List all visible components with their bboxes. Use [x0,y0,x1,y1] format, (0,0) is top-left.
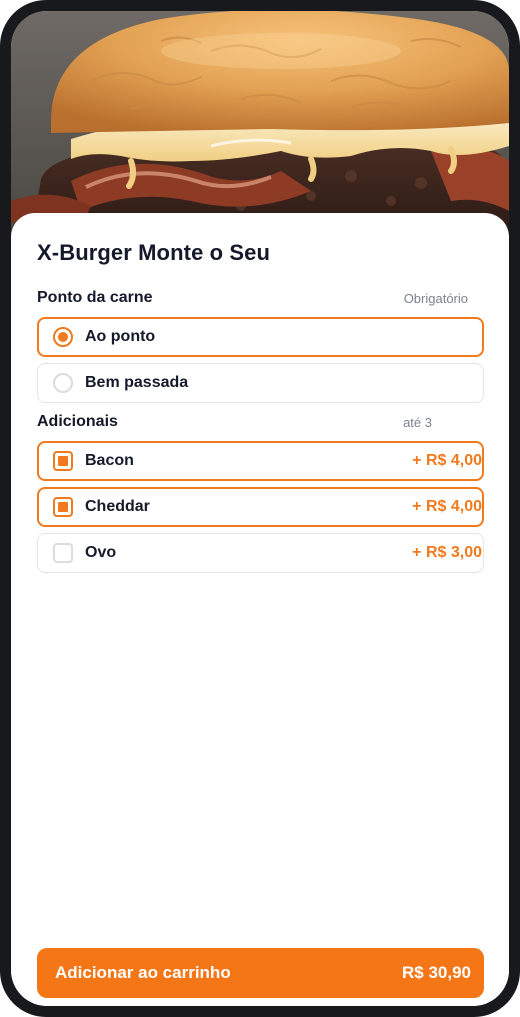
radio-dot [58,332,68,342]
product-title: X-Burger Monte o Seu [37,240,271,265]
add-to-cart-button[interactable]: Adicionar ao carrinho R$ 30,90 [37,948,484,998]
extra-price: + R$ 4,00 [412,498,482,515]
checkbox-unchecked-icon[interactable] [53,543,73,563]
radio-unselected-icon[interactable] [53,373,73,393]
extra-label: Cheddar [85,498,150,515]
extras-section-title: Adicionais [37,413,118,430]
checkbox-checked-icon[interactable] [53,497,73,517]
phone-frame: X-Burger Monte o Seu Ponto da carne Obri… [0,0,520,1017]
add-to-cart-label: Adicionar ao carrinho [55,963,231,982]
checkbox-fill [58,456,68,466]
option-bem-passada[interactable]: Bem passada [37,363,484,403]
extras-section-header: Adicionais até 3 [37,413,483,433]
meat-section-title: Ponto da carne [37,289,153,306]
max-extras-hint: até 3 [403,415,432,430]
extra-label: Ovo [85,544,117,561]
product-sheet: X-Burger Monte o Seu Ponto da carne Obri… [11,213,509,1006]
product-image [11,11,509,239]
checkbox-checked-icon[interactable] [53,451,73,471]
extra-ovo[interactable]: Ovo + R$ 3,00 [37,533,484,573]
option-label: Bem passada [85,374,189,391]
required-hint: Obrigatório [403,291,468,306]
extra-label: Bacon [85,452,134,469]
radio-selected-icon[interactable] [53,327,73,347]
burger-photo-icon [11,11,509,239]
checkbox-fill [58,502,68,512]
extra-price: + R$ 3,00 [412,544,482,561]
extra-price: + R$ 4,00 [412,452,482,469]
cart-total-price: R$ 30,90 [402,963,471,982]
option-ao-ponto[interactable]: Ao ponto [37,317,484,357]
screen: X-Burger Monte o Seu Ponto da carne Obri… [11,11,509,1006]
extra-cheddar[interactable]: Cheddar + R$ 4,00 [37,487,484,527]
option-label: Ao ponto [85,328,156,345]
extra-bacon[interactable]: Bacon + R$ 4,00 [37,441,484,481]
meat-section-header: Ponto da carne Obrigatório [37,289,483,309]
